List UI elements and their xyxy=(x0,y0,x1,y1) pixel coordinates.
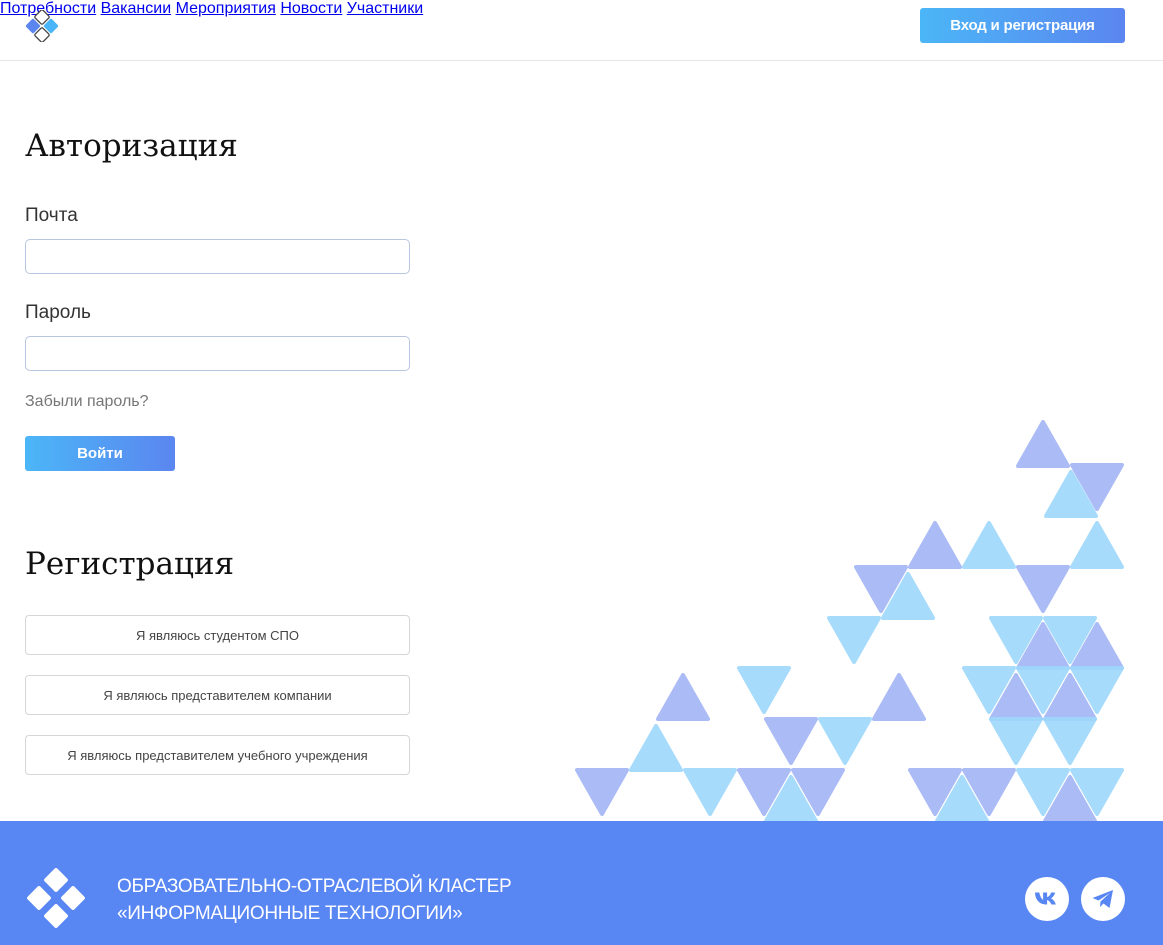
decor-triangle xyxy=(818,717,872,765)
decor-triangle xyxy=(908,521,962,569)
decor-triangle xyxy=(656,673,710,721)
decor-triangle xyxy=(1016,420,1070,468)
register-institution-button[interactable]: Я являюсь представителем учебного учрежд… xyxy=(25,735,410,775)
login-register-button[interactable]: Вход и регистрация xyxy=(920,8,1125,43)
password-label: Пароль xyxy=(25,302,91,323)
email-label: Почта xyxy=(25,205,78,226)
site-footer: ОБРАЗОВАТЕЛЬНО-ОТРАСЛЕВОЙ КЛАСТЕР «ИНФОР… xyxy=(0,821,1163,945)
registration-title: Регистрация xyxy=(25,546,235,582)
logo-icon[interactable] xyxy=(26,10,58,42)
telegram-icon[interactable] xyxy=(1081,877,1125,921)
decor-triangle xyxy=(764,717,818,765)
password-field[interactable] xyxy=(25,336,410,371)
footer-title-line2: «ИНФОРМАЦИОННЫЕ ТЕХНОЛОГИИ» xyxy=(117,903,463,924)
auth-title: Авторизация xyxy=(25,128,238,164)
nav-events[interactable]: Мероприятия xyxy=(176,0,276,17)
decor-triangle xyxy=(737,666,791,714)
nav-members[interactable]: Участники xyxy=(347,0,423,17)
decor-triangle xyxy=(989,717,1043,765)
site-header: Потребности Вакансии Мероприятия Новости… xyxy=(0,0,1163,61)
register-student-button[interactable]: Я являюсь студентом СПО xyxy=(25,615,410,655)
decor-triangle xyxy=(827,616,881,664)
nav-vacancies[interactable]: Вакансии xyxy=(101,0,172,17)
decor-triangle xyxy=(1070,521,1124,569)
footer-title: ОБРАЗОВАТЕЛЬНО-ОТРАСЛЕВОЙ КЛАСТЕР «ИНФОР… xyxy=(117,873,512,927)
decor-triangle xyxy=(1016,565,1070,613)
register-company-button[interactable]: Я являюсь представителем компании xyxy=(25,675,410,715)
decor-triangle xyxy=(629,724,683,772)
email-field[interactable] xyxy=(25,239,410,274)
decor-triangle xyxy=(1043,717,1097,765)
decor-triangle xyxy=(962,521,1016,569)
forgot-password-link[interactable]: Забыли пароль? xyxy=(25,393,149,411)
vk-icon[interactable] xyxy=(1025,877,1069,921)
footer-title-line1: ОБРАЗОВАТЕЛЬНО-ОТРАСЛЕВОЙ КЛАСТЕР xyxy=(117,876,512,897)
decor-triangle xyxy=(872,673,926,721)
decor-triangle xyxy=(683,768,737,816)
login-submit-button[interactable]: Войти xyxy=(25,436,175,471)
nav-news[interactable]: Новости xyxy=(280,0,342,17)
decor-triangle xyxy=(575,768,629,816)
decorative-triangles xyxy=(575,420,1124,822)
footer-logo-icon xyxy=(27,868,85,928)
